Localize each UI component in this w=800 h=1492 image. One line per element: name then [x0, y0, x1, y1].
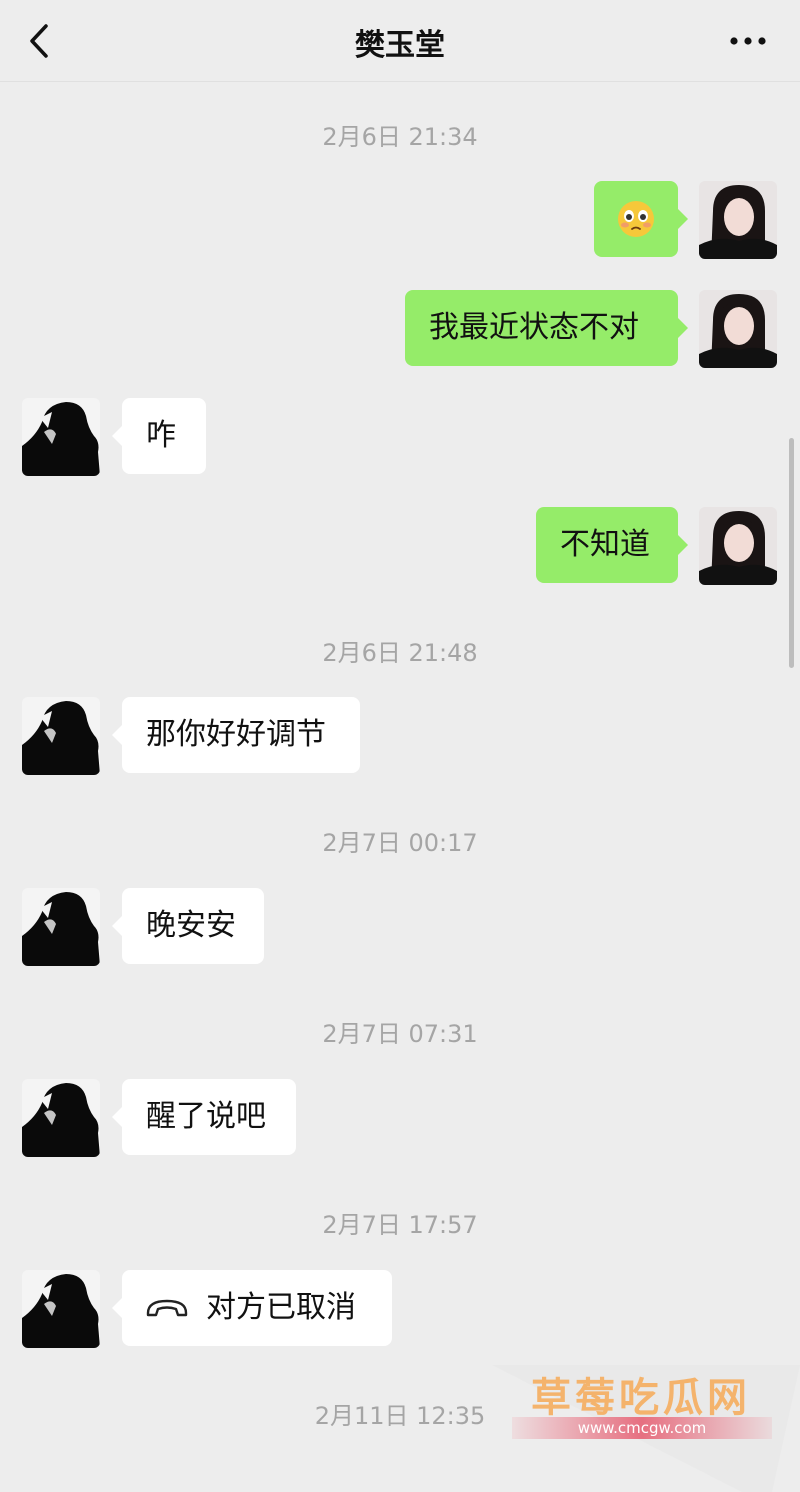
- more-dots-icon: [730, 37, 766, 45]
- phone-hangup-icon: [146, 1299, 188, 1317]
- scrollbar[interactable]: [789, 438, 794, 668]
- timestamp: 2月6日 21:34: [322, 123, 478, 151]
- chat-header: 樊玉堂: [0, 0, 800, 82]
- incoming-message[interactable]: 醒了说吧: [112, 1079, 296, 1155]
- timestamp: 2月7日 17:57: [322, 1211, 478, 1239]
- contact-avatar[interactable]: [22, 398, 100, 476]
- timestamp: 2月7日 00:17: [322, 829, 478, 857]
- contact-avatar[interactable]: [22, 697, 100, 775]
- contact-avatar[interactable]: [22, 888, 100, 966]
- self-avatar[interactable]: [699, 290, 777, 368]
- watermark-url: www.cmcgw.com: [512, 1417, 772, 1439]
- incoming-message[interactable]: 晚安安: [112, 888, 264, 964]
- incoming-message[interactable]: 咋: [112, 398, 206, 474]
- outgoing-message[interactable]: [594, 181, 688, 257]
- message-list[interactable]: 2月6日 21:34 我最近状态不对 咋 不知道 2月6日 21:48 那你好好…: [0, 83, 800, 1492]
- self-avatar[interactable]: [699, 181, 777, 259]
- self-avatar[interactable]: [699, 507, 777, 585]
- call-status-text: 对方已取消: [206, 1290, 356, 1325]
- timestamp: 2月7日 07:31: [322, 1020, 478, 1048]
- watermark: 草莓吃瓜网 www.cmcgw.com: [492, 1365, 800, 1492]
- contact-avatar[interactable]: [22, 1079, 100, 1157]
- call-cancelled-message[interactable]: 对方已取消: [112, 1270, 392, 1346]
- contact-avatar[interactable]: [22, 1270, 100, 1348]
- watermark-title: 草莓吃瓜网: [531, 1375, 751, 1421]
- more-button[interactable]: [726, 24, 770, 58]
- outgoing-message[interactable]: 不知道: [536, 507, 688, 583]
- chat-title: 樊玉堂: [355, 28, 445, 63]
- timestamp: 2月6日 21:48: [322, 639, 478, 667]
- outgoing-message[interactable]: 我最近状态不对: [405, 290, 688, 366]
- incoming-message[interactable]: 那你好好调节: [112, 697, 360, 773]
- worried-face-emoji-icon: [618, 201, 654, 237]
